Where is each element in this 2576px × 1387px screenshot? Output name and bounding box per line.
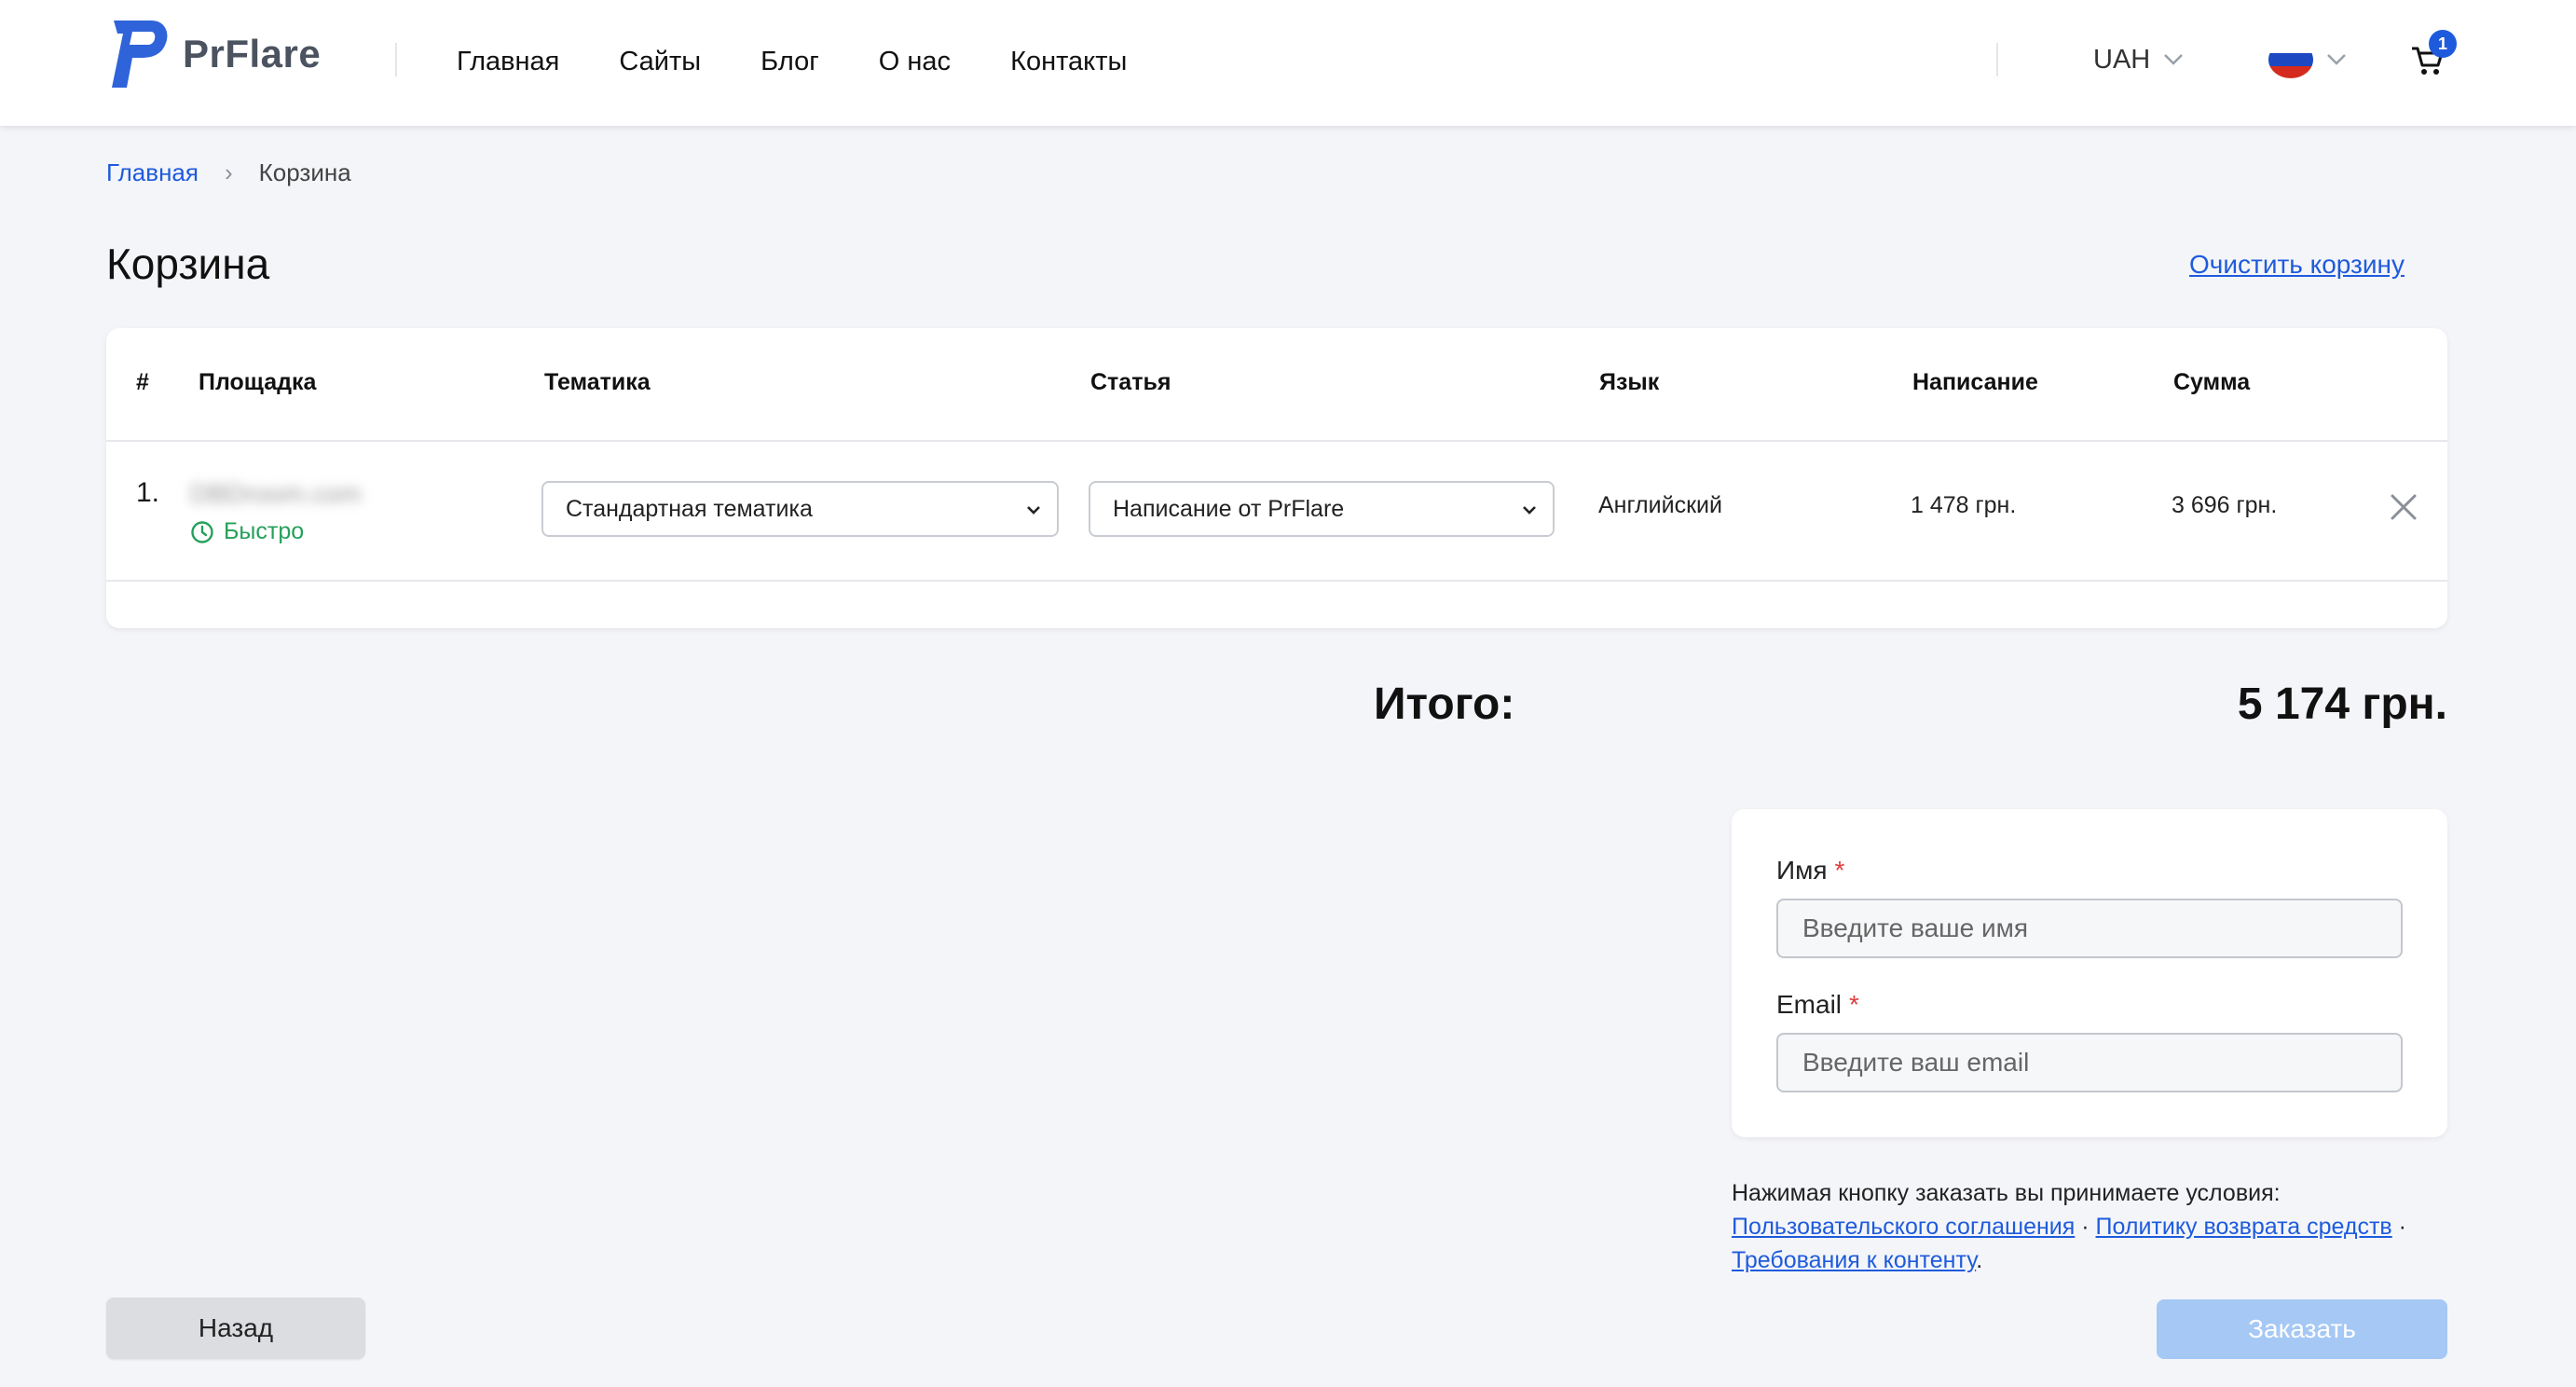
table-row: 1. DBDroom.com Быстро Стандартная темати…	[106, 440, 2447, 582]
name-label: Имя *	[1776, 856, 1844, 886]
total-label: Итого:	[1374, 680, 1515, 729]
currency-selector[interactable]: UAH	[2093, 41, 2184, 78]
user-agreement-link[interactable]: Пользовательского соглашения	[1732, 1214, 2075, 1240]
site-header: PrFlare Главная Сайты Блог О нас Контакт…	[0, 0, 2576, 126]
cart-table: # Площадка Тематика Статья Язык Написани…	[106, 328, 2447, 628]
row-number: 1.	[136, 477, 160, 508]
ru-flag-icon	[2268, 41, 2313, 78]
row-language: Английский	[1598, 492, 1722, 518]
chevron-down-icon	[2164, 54, 2184, 65]
content-requirements-link[interactable]: Требования к контенту	[1732, 1247, 1976, 1273]
cart-count-badge: 1	[2429, 30, 2457, 58]
clock-icon	[191, 520, 213, 543]
email-input[interactable]	[1776, 1033, 2403, 1092]
nav-home[interactable]: Главная	[457, 41, 559, 82]
required-mark: *	[1834, 856, 1845, 885]
clear-cart-link[interactable]: Очистить корзину	[2189, 250, 2405, 280]
close-icon[interactable]	[2387, 490, 2420, 524]
nav-about[interactable]: О нас	[879, 41, 951, 82]
back-button[interactable]: Назад	[106, 1298, 365, 1359]
language-selector[interactable]	[2268, 41, 2347, 78]
breadcrumb-current: Корзина	[258, 158, 351, 186]
required-mark: *	[1849, 990, 1859, 1019]
topic-select[interactable]: Стандартная тематика	[541, 481, 1059, 537]
article-select[interactable]: Написание от PrFlare	[1089, 481, 1555, 537]
terms-end: .	[1976, 1247, 1983, 1273]
email-label-text: Email	[1776, 990, 1843, 1019]
speed-label: Быстро	[224, 518, 305, 544]
row-writing-price: 1 478 грн.	[1911, 492, 2017, 518]
terms-separator: ·	[2081, 1214, 2090, 1240]
col-sum: Сумма	[2173, 369, 2251, 395]
terms-text: Нажимая кнопку заказать вы принимаете ус…	[1732, 1180, 2281, 1206]
terms-separator: ·	[2398, 1214, 2406, 1240]
breadcrumb: Главная › Корзина	[106, 158, 351, 187]
topic-select-value: Стандартная тематика	[566, 495, 813, 522]
prflare-logo-icon	[112, 21, 168, 88]
site-name[interactable]: DBDroom.com	[190, 479, 362, 509]
row-sum: 3 696 грн.	[2172, 492, 2278, 518]
email-label: Email *	[1776, 990, 1859, 1020]
header-divider-left	[395, 43, 397, 76]
col-article: Статья	[1090, 369, 1172, 395]
name-label-text: Имя	[1776, 856, 1828, 885]
breadcrumb-separator: ›	[224, 158, 233, 186]
total-value: 5 174 грн.	[2237, 680, 2447, 729]
col-language: Язык	[1599, 369, 1660, 395]
col-writing: Написание	[1912, 369, 2038, 395]
page-title: Корзина	[106, 240, 270, 288]
chevron-down-icon	[2327, 54, 2346, 65]
logo[interactable]: PrFlare	[104, 15, 321, 93]
nav-sites[interactable]: Сайты	[619, 41, 701, 82]
currency-value: UAH	[2093, 45, 2151, 75]
speed-badge: Быстро	[190, 518, 304, 545]
logo-text: PrFlare	[183, 32, 322, 76]
col-site: Площадка	[199, 369, 317, 395]
order-form: Имя* Email*	[1732, 809, 2447, 1137]
terms-notice: Нажимая кнопку заказать вы принимаете ус…	[1732, 1176, 2459, 1277]
chevron-down-icon	[1027, 506, 1040, 515]
table-header: # Площадка Тематика Статья Язык Написани…	[106, 328, 2447, 442]
main-nav: Главная Сайты Блог О нас Контакты	[457, 41, 1186, 82]
name-input[interactable]	[1776, 899, 2403, 958]
col-topic: Тематика	[544, 369, 651, 395]
nav-contacts[interactable]: Контакты	[1010, 41, 1127, 82]
article-select-value: Написание от PrFlare	[1113, 495, 1345, 522]
breadcrumb-home[interactable]: Главная	[106, 158, 199, 187]
order-button[interactable]: Заказать	[2157, 1299, 2447, 1359]
col-number: #	[136, 369, 149, 395]
refund-policy-link[interactable]: Политику возврата средств	[2096, 1214, 2392, 1240]
chevron-down-icon	[1523, 506, 1536, 515]
nav-blog[interactable]: Блог	[760, 41, 819, 82]
header-divider-right	[1996, 43, 1998, 76]
